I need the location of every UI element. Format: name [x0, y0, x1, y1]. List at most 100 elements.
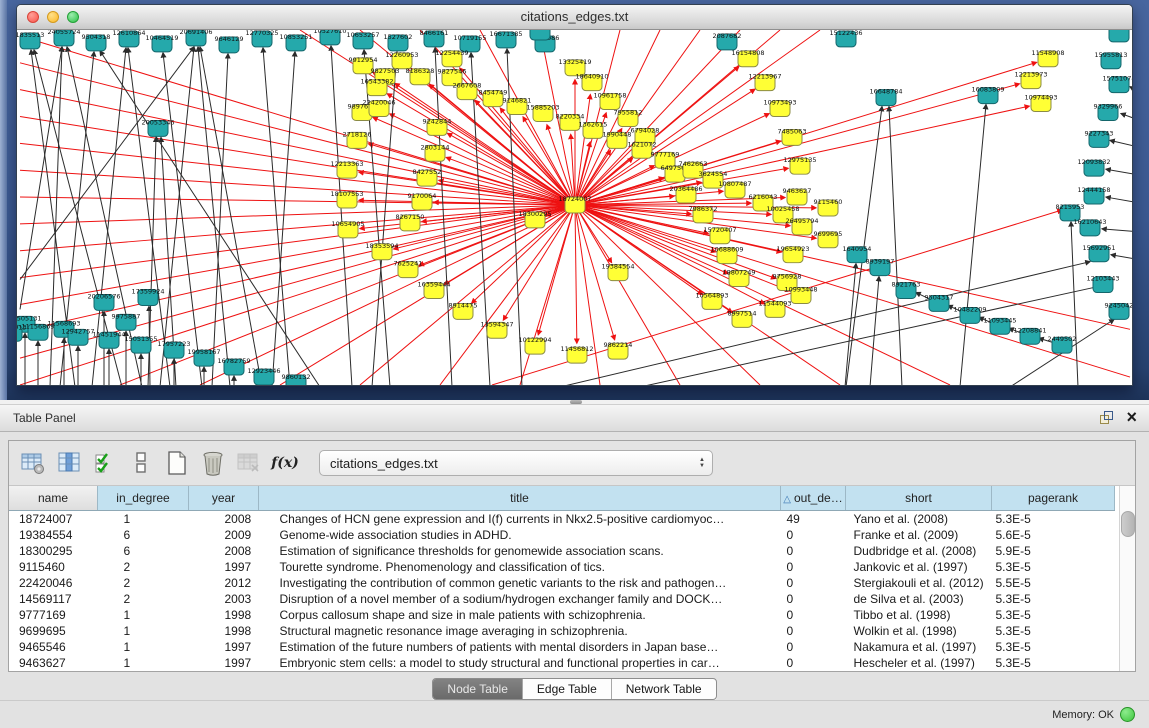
graph-node[interactable]: 9504121 — [1105, 30, 1132, 42]
graph-node[interactable]: 7485063 — [778, 127, 807, 145]
graph-node[interactable]: 16210643 — [1073, 218, 1106, 236]
graph-node[interactable]: 16782759 — [217, 357, 250, 375]
table-cell[interactable]: 5.3E-5 — [992, 639, 1115, 655]
table-cell[interactable]: 0 — [781, 543, 846, 559]
graph-node[interactable]: 2087682 — [713, 32, 742, 50]
table-cell[interactable]: Estimation of significance thresholds fo… — [259, 543, 781, 559]
float-panel-icon[interactable] — [1099, 410, 1114, 425]
graph-node[interactable]: 9245042 — [1105, 301, 1132, 319]
select-column-button[interactable] — [55, 449, 83, 477]
table-cell[interactable]: 1 — [98, 607, 189, 623]
graph-node[interactable]: 16083809 — [971, 86, 1004, 104]
table-cell[interactable]: 18300295 — [9, 543, 98, 559]
graph-node[interactable]: 12093832 — [1077, 158, 1110, 176]
table-cell[interactable]: 9699695 — [9, 623, 98, 639]
table-cell[interactable]: Changes of HCN gene expression and I(f) … — [259, 511, 781, 528]
table-cell[interactable]: 19384554 — [9, 527, 98, 543]
graph-node[interactable]: 12213363 — [330, 160, 363, 178]
table-cell[interactable]: 2 — [98, 591, 189, 607]
table-cell[interactable]: 5.3E-5 — [992, 655, 1115, 671]
table-cell[interactable]: Yano et al. (2008) — [846, 511, 992, 528]
table-cell[interactable]: Investigating the contribution of common… — [259, 575, 781, 591]
column-header-short[interactable]: short — [846, 486, 992, 511]
graph-node[interactable]: 15692951 — [1082, 244, 1115, 262]
graph-node[interactable]: 20691406 — [179, 30, 212, 46]
function-builder-button[interactable]: f(x) — [271, 449, 299, 477]
graph-node[interactable]: 15051355 — [124, 335, 157, 353]
graph-node[interactable]: 8939197 — [866, 258, 895, 276]
table-cell[interactable]: Corpus callosum shape and size in male p… — [259, 607, 781, 623]
graph-node[interactable]: 10527610 — [313, 30, 346, 45]
table-cell[interactable]: 1 — [98, 511, 189, 528]
graph-node[interactable]: 18640910 — [575, 73, 608, 91]
table-cell[interactable]: 1998 — [189, 607, 259, 623]
graph-node[interactable]: 15122436 — [829, 30, 862, 47]
table-cell[interactable]: 6 — [98, 527, 189, 543]
table-cell[interactable]: Tibbo et al. (1998) — [846, 607, 992, 623]
graph-node[interactable]: 2803144 — [421, 143, 450, 161]
delete-table-button[interactable] — [235, 449, 263, 477]
table-cell[interactable]: 1998 — [189, 623, 259, 639]
graph-node[interactable]: 11548908 — [1031, 49, 1064, 67]
graph-node[interactable]: 8267150 — [396, 213, 425, 231]
table-cell[interactable]: 0 — [781, 639, 846, 655]
graph-node[interactable]: 8914475 — [449, 301, 478, 319]
graph-node[interactable]: 15955813 — [1094, 51, 1127, 69]
graph-node[interactable]: 11456812 — [560, 345, 593, 363]
graph-node[interactable]: 16359444 — [417, 281, 450, 299]
table-cell[interactable]: 0 — [781, 591, 846, 607]
graph-node[interactable]: 9975887 — [112, 312, 141, 330]
graph-node[interactable]: 12213973 — [1014, 71, 1047, 89]
tab-network-table[interactable]: Network Table — [611, 679, 716, 699]
graph-node[interactable]: 8997514 — [728, 309, 757, 327]
table-cell[interactable]: 2009 — [189, 527, 259, 543]
table-cell[interactable]: Hescheler et al. (1997) — [846, 655, 992, 671]
table-row[interactable]: 1830029562008Estimation of significance … — [9, 543, 1115, 559]
table-cell[interactable]: 0 — [781, 655, 846, 671]
scrollbar-thumb[interactable] — [1121, 511, 1135, 537]
table-settings-button[interactable] — [19, 449, 47, 477]
graph-node[interactable]: 9170064 — [408, 192, 437, 210]
table-cell[interactable]: 5.3E-5 — [992, 559, 1115, 575]
table-cell[interactable]: 9777169 — [9, 607, 98, 623]
table-vertical-scrollbar[interactable] — [1119, 486, 1135, 671]
table-cell[interactable]: Jankovic et al. (1997) — [846, 559, 992, 575]
divider-grip-icon[interactable] — [570, 400, 582, 404]
graph-node[interactable]: 9329966 — [1094, 103, 1123, 121]
graph-node[interactable]: 11544093 — [758, 299, 791, 317]
table-cell[interactable]: 5.3E-5 — [992, 607, 1115, 623]
graph-node[interactable]: 12770325 — [245, 30, 278, 47]
graph-node[interactable]: 10853251 — [279, 33, 312, 51]
graph-node[interactable]: 24055724 — [47, 30, 80, 46]
table-cell[interactable]: Wolkin et al. (1998) — [846, 623, 992, 639]
table-cell[interactable]: 2003 — [189, 591, 259, 607]
graph-node[interactable]: 18353594 — [365, 242, 398, 260]
column-header-title[interactable]: title — [259, 486, 781, 511]
graph-node[interactable]: 16648784 — [869, 88, 902, 106]
graph-node[interactable]: 12444158 — [1077, 186, 1110, 204]
table-cell[interactable]: 2 — [98, 559, 189, 575]
close-panel-icon[interactable]: × — [1126, 409, 1137, 425]
graph-node[interactable]: 9242844 — [423, 117, 452, 135]
graph-node[interactable]: 10122994 — [518, 336, 551, 354]
table-row[interactable]: 969969511998Structural magnetic resonanc… — [9, 623, 1115, 639]
graph-node[interactable]: 9862214 — [604, 341, 633, 359]
table-row[interactable]: 946554611997Estimation of the future num… — [9, 639, 1115, 655]
graph-node[interactable]: 12213967 — [748, 73, 781, 91]
select-all-button[interactable] — [91, 449, 119, 477]
network-canvas[interactable]: 1835513240557249504318126108641046451920… — [17, 30, 1132, 385]
graph-node[interactable]: 9646129 — [215, 35, 244, 53]
deselect-all-button[interactable] — [127, 449, 155, 477]
graph-node[interactable]: 7955812 — [614, 109, 643, 127]
network-window-titlebar[interactable]: citations_edges.txt — [17, 5, 1132, 30]
graph-node[interactable]: 12208841 — [1013, 326, 1046, 344]
table-cell[interactable]: 0 — [781, 527, 846, 543]
graph-node[interactable]: 7625241 — [394, 260, 423, 278]
new-column-button[interactable] — [163, 449, 191, 477]
graph-node[interactable]: 16671385 — [489, 30, 522, 48]
graph-node[interactable]: 9699695 — [814, 230, 843, 248]
graph-node[interactable]: 12103443 — [1086, 275, 1119, 293]
graph-node[interactable]: 19654923 — [776, 245, 809, 263]
column-header-out_de[interactable]: △out_de… — [781, 486, 846, 511]
graph-node[interactable]: 12610864 — [112, 30, 145, 47]
